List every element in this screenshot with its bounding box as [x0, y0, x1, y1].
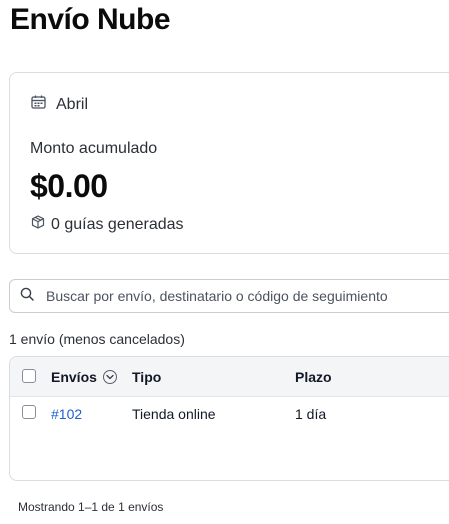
summary-card: Abril Monto acumulado $0.00 0 guías gene… [9, 72, 449, 254]
shipment-link[interactable]: #102 [51, 406, 82, 422]
row-checkbox[interactable] [22, 405, 36, 419]
box-icon [31, 215, 45, 234]
page-title: Envío Nube [10, 3, 171, 36]
search-icon [20, 287, 34, 306]
column-header-tipo: Tipo [132, 369, 162, 385]
shipments-table: Envíos Tipo Plazo #102 Tienda online 1 d… [9, 356, 449, 481]
guides-row: 0 guías generadas [31, 215, 184, 234]
column-header-envios[interactable]: Envíos [51, 369, 97, 385]
table-header: Envíos Tipo Plazo [10, 357, 449, 397]
shipment-type: Tienda online [132, 406, 216, 422]
guides-text: 0 guías generadas [51, 215, 184, 233]
amount-label: Monto acumulado [30, 140, 158, 157]
results-count: 1 envío (menos cancelados) [9, 331, 185, 347]
search-input[interactable] [44, 287, 448, 305]
month-selector[interactable]: Abril [31, 95, 88, 114]
calendar-icon [31, 95, 46, 114]
month-label: Abril [56, 95, 89, 113]
search-box[interactable] [9, 279, 449, 313]
select-all-checkbox[interactable] [22, 369, 36, 383]
shipment-term: 1 día [295, 406, 327, 422]
chevron-down-icon[interactable] [103, 370, 117, 384]
amount-value: $0.00 [30, 168, 108, 204]
column-header-plazo: Plazo [295, 369, 332, 385]
pagination-summary: Mostrando 1–1 de 1 envíos [18, 500, 164, 514]
